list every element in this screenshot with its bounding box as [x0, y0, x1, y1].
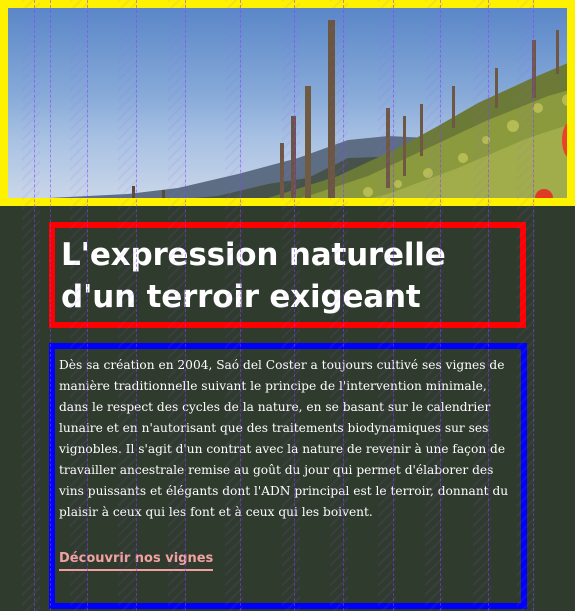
- page-title: L'expression naturelle d'un terroir exig…: [61, 234, 520, 318]
- intro-paragraph: Dès sa création en 2004, Saó del Coster …: [59, 358, 509, 519]
- page-title-line-2: d'un terroir exigeant: [61, 279, 421, 315]
- page-title-line-1: L'expression naturelle: [61, 237, 446, 273]
- hero-image: [0, 0, 575, 206]
- vineyard-photo: [48, 20, 567, 198]
- discover-vineyards-link[interactable]: Découvrir nos vignes: [59, 551, 214, 571]
- intro-container: Dès sa création en 2004, Saó del Coster …: [49, 343, 527, 609]
- heading-container: L'expression naturelle d'un terroir exig…: [49, 222, 526, 328]
